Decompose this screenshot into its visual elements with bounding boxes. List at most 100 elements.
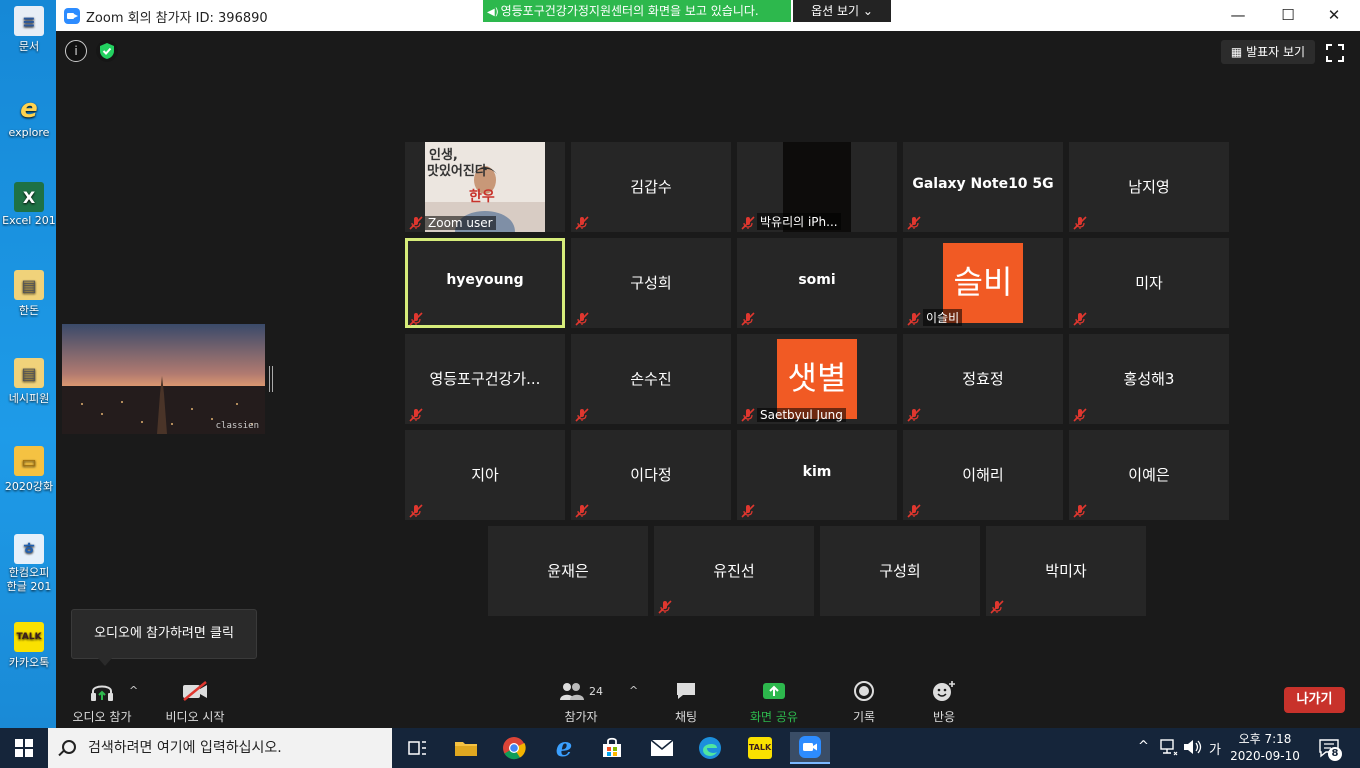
close-button[interactable]: ✕ — [1314, 4, 1354, 26]
zoom-taskbar-icon[interactable] — [790, 732, 830, 764]
desktop-icon-excel[interactable]: X Excel 201 — [2, 182, 56, 227]
maximize-button[interactable]: ☐ — [1268, 4, 1308, 26]
store-icon[interactable] — [592, 732, 632, 764]
participant-tile[interactable]: 홍성해3 — [1069, 334, 1229, 424]
taskbar-clock[interactable]: 오후 7:18 2020-09-10 — [1230, 731, 1300, 765]
speaker-view-button[interactable]: ▦ 발표자 보기 — [1221, 40, 1315, 64]
desktop-icon-explorer[interactable]: e explore — [2, 94, 56, 139]
show-hidden-icons-chevron[interactable]: ^ — [1138, 739, 1149, 754]
participant-tile[interactable]: 김갑수 — [571, 142, 731, 232]
reactions-button[interactable]: 반응 — [922, 678, 966, 725]
audio-options-caret[interactable]: ^ — [129, 684, 138, 697]
participant-tile[interactable]: Galaxy Note10 5G — [903, 142, 1063, 232]
muted-mic-icon — [409, 215, 423, 230]
participant-name-tag: 박유리의 iPh... — [757, 213, 841, 230]
participant-tile[interactable]: kim — [737, 430, 897, 520]
file-icon: ▤ — [14, 270, 44, 300]
participant-name: 이다정 — [630, 466, 672, 484]
muted-mic-icon — [741, 215, 755, 230]
minimize-button[interactable]: — — [1218, 4, 1258, 26]
info-icon[interactable]: i — [65, 40, 87, 62]
volume-icon[interactable] — [1183, 739, 1203, 759]
desktop-icon-handon[interactable]: ▤ 한돈 — [2, 270, 56, 318]
participant-tile[interactable]: 남지영 — [1069, 142, 1229, 232]
participant-tile[interactable]: 손수진 — [571, 334, 731, 424]
muted-mic-icon — [1073, 503, 1087, 518]
participant-tile[interactable]: hyeyoung — [405, 238, 565, 328]
participant-tile[interactable]: 구성희 — [820, 526, 980, 616]
participant-tile[interactable]: 유진선 — [654, 526, 814, 616]
muted-mic-icon — [907, 311, 921, 326]
taskbar-search-input[interactable]: 검색하려면 여기에 입력하십시오. — [48, 728, 392, 768]
video-off-icon — [160, 678, 230, 704]
desktop-icon-documents[interactable]: ≡ 문서 — [2, 6, 56, 54]
speaker-icon: ◀) — [487, 7, 499, 18]
participant-tile[interactable]: 영등포구건강가... — [405, 334, 565, 424]
network-icon[interactable] — [1160, 738, 1178, 760]
kakaotalk-taskbar-icon[interactable]: TALK — [740, 732, 780, 764]
participant-name: 박미자 — [1045, 562, 1087, 580]
participant-tile[interactable]: 이해리 — [903, 430, 1063, 520]
desktop-icon-folder[interactable]: ▭ 2020강화 — [2, 446, 56, 494]
internet-explorer-taskbar-icon[interactable]: e — [544, 732, 584, 764]
muted-mic-icon — [658, 599, 672, 614]
participant-tile[interactable]: 이예은 — [1069, 430, 1229, 520]
zoom-window: Zoom 회의 참가자 ID: 396890 — ☐ ✕ ◀) 영등포구건강가정지… — [56, 0, 1360, 728]
view-options-button[interactable]: 옵션 보기 ⌄ — [793, 0, 891, 22]
start-button[interactable] — [0, 728, 48, 768]
participant-tile[interactable]: 윤재은 — [488, 526, 648, 616]
window-title: Zoom 회의 참가자 ID: 396890 — [86, 11, 268, 26]
screen-share-banner: ◀) 영등포구건강가정지원센터의 화면을 보고 있습니다. — [483, 0, 791, 22]
participant-tile[interactable]: 박미자 — [986, 526, 1146, 616]
participant-tile[interactable]: 지아 — [405, 430, 565, 520]
kakaotalk-icon: TALK — [14, 622, 44, 652]
windows-logo-icon — [15, 739, 33, 757]
record-button[interactable]: 기록 — [842, 678, 886, 725]
share-screen-button[interactable]: 화면 공유 — [742, 678, 806, 725]
file-icon: ▤ — [14, 358, 44, 388]
self-video-preview[interactable]: classien — [62, 324, 265, 434]
self-view-resize-handle[interactable] — [269, 366, 273, 392]
participants-button[interactable]: 24 참가자 — [554, 678, 608, 725]
participant-name-tag: Zoom user — [425, 216, 496, 230]
participant-name: 구성희 — [630, 274, 672, 292]
document-icon: ≡ — [14, 6, 44, 36]
mail-icon[interactable] — [642, 732, 682, 764]
security-shield-icon[interactable] — [96, 40, 118, 62]
edge-icon[interactable] — [690, 732, 730, 764]
excel-icon: X — [14, 182, 44, 212]
task-view-icon[interactable] — [398, 732, 438, 764]
join-audio-tooltip: 오디오에 참가하려면 클릭 — [71, 609, 257, 666]
file-explorer-icon[interactable] — [446, 732, 486, 764]
muted-mic-icon — [907, 215, 921, 230]
leave-meeting-button[interactable]: 나가기 — [1284, 687, 1345, 713]
start-video-button[interactable]: 비디오 시작 — [160, 678, 230, 725]
participant-tile[interactable]: 구성희 — [571, 238, 731, 328]
chrome-icon[interactable] — [494, 732, 534, 764]
fullscreen-icon[interactable] — [1326, 44, 1344, 62]
desktop-icon-recipe[interactable]: ▤ 네시피원 — [2, 358, 56, 406]
participant-name: Galaxy Note10 5G — [912, 176, 1054, 192]
participant-tile[interactable]: 미자 — [1069, 238, 1229, 328]
muted-mic-icon — [575, 311, 589, 326]
folder-icon: ▭ — [14, 446, 44, 476]
participant-tile[interactable]: somi — [737, 238, 897, 328]
ime-indicator[interactable]: 가 — [1209, 739, 1221, 758]
chat-button[interactable]: 채팅 — [663, 678, 709, 725]
muted-mic-icon — [741, 311, 755, 326]
participant-tile[interactable]: 슬비 이슬비 — [903, 238, 1063, 328]
grid-icon: ▦ — [1230, 45, 1243, 59]
desktop-icon-kakaotalk[interactable]: TALK 카카오톡 — [2, 622, 56, 670]
participant-tile[interactable]: 샛별 Saetbyul Jung — [737, 334, 897, 424]
video-sign-text: 한우 — [469, 189, 495, 205]
participant-tile[interactable]: 이다정 — [571, 430, 731, 520]
participant-tile[interactable]: 인생, 맛있어진다 한우 Zoom user — [405, 142, 565, 232]
participant-avatar: 샛별 — [777, 339, 857, 419]
participant-tile[interactable]: 정효정 — [903, 334, 1063, 424]
participant-tile[interactable]: 박유리의 iPh... — [737, 142, 897, 232]
participants-options-caret[interactable]: ^ — [629, 684, 638, 697]
join-audio-button[interactable]: 오디오 참가 — [70, 678, 134, 725]
participant-name: 홍성해3 — [1123, 370, 1175, 388]
notification-center-icon[interactable]: 8 — [1318, 738, 1344, 761]
desktop-icon-hangul[interactable]: ㅎ 한컴오피 한글 201 — [2, 534, 56, 594]
